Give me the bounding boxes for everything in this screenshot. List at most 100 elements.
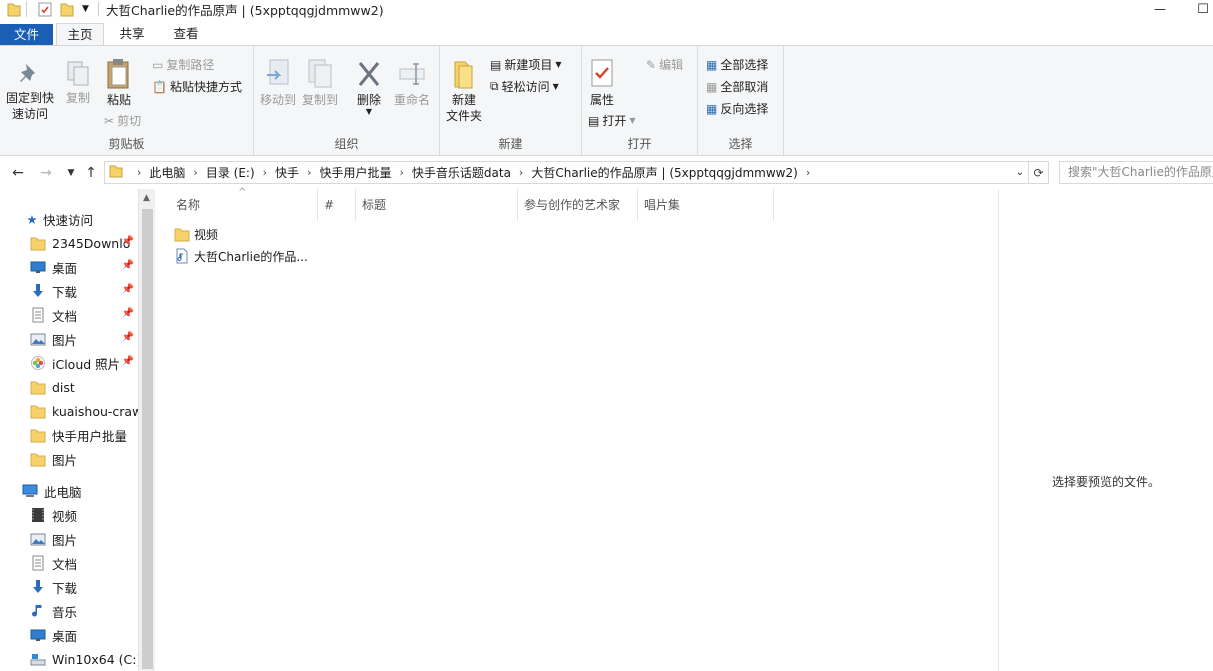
cut-button[interactable]: ✂ 剪切 <box>104 112 141 129</box>
tab-home[interactable]: 主页 <box>56 23 104 46</box>
nav-item[interactable]: kuaishou-crawl <box>30 399 138 423</box>
properties-quick-icon[interactable] <box>38 1 52 17</box>
maximize-button[interactable]: ☐ <box>1188 0 1213 18</box>
new-item-button[interactable]: ▤ 新建项目 ▼ <box>490 56 562 73</box>
nav-label: 下载 <box>52 580 78 596</box>
new-folder-label: 新建 <box>451 93 476 107</box>
nav-quick-access[interactable]: ★ 快速访问 <box>24 207 155 231</box>
delete-label: 删除 <box>356 93 381 107</box>
rename-button[interactable]: 重命名 <box>390 58 434 108</box>
new-folder-quick-icon[interactable] <box>60 1 74 17</box>
tab-file[interactable]: 文件 <box>0 24 53 46</box>
tab-share[interactable]: 共享 <box>108 23 156 46</box>
pin-icon[interactable]: 📌 <box>122 308 134 319</box>
nav-item[interactable]: 桌面 📌 <box>30 255 138 279</box>
select-group: ▦ 全部选择 ▦ 全部取消 ▦ 反向选择 选择 <box>698 46 784 155</box>
back-button[interactable]: ← <box>10 164 26 182</box>
organize-group-label: 组织 <box>334 137 359 151</box>
breadcrumb-music-topic-data[interactable]: 快手音乐话题data <box>412 164 511 181</box>
breadcrumb-drive-e[interactable]: 目录 (E:) <box>206 164 255 181</box>
paste-button[interactable]: 粘贴 <box>102 58 136 108</box>
nav-item[interactable]: 图片 <box>30 527 138 551</box>
desktop-icon <box>30 627 46 643</box>
properties-button[interactable]: 属性 <box>586 58 618 108</box>
nav-this-pc[interactable]: 此电脑 <box>22 479 155 503</box>
nav-item[interactable]: dist <box>30 375 138 399</box>
pin-icon[interactable]: 📌 <box>122 284 134 295</box>
nav-item[interactable]: 图片 📌 <box>30 327 138 351</box>
nav-item[interactable]: 快手用户批量 <box>30 423 138 447</box>
search-input[interactable]: 搜索"大哲Charlie的作品原声 <box>1059 161 1213 184</box>
delete-button[interactable]: 删除 ▼ <box>352 58 386 116</box>
recent-locations-button[interactable]: ▼ <box>63 164 79 182</box>
move-to-icon <box>267 59 289 85</box>
invert-selection-button[interactable]: ▦ 反向选择 <box>706 100 768 117</box>
forward-button[interactable]: → <box>38 164 54 182</box>
nav-item[interactable]: Win10x64 (C:) <box>30 647 138 671</box>
nav-scrollbar[interactable]: ▲ <box>138 189 155 671</box>
move-to-button[interactable]: 移动到 <box>258 58 298 108</box>
nav-item[interactable]: 图片 <box>30 447 138 471</box>
scroll-up-icon[interactable]: ▲ <box>143 193 150 203</box>
paste-shortcut-button[interactable]: 📋 粘贴快捷方式 <box>152 78 242 95</box>
file-list: 名称 ^ # 标题 参与创作的艺术家 唱片集 视频 大哲Charlie的作品... <box>156 187 998 671</box>
edit-button[interactable]: ✎ 编辑 <box>646 56 683 73</box>
select-all-icon: ▦ <box>706 57 718 72</box>
nav-item[interactable]: 桌面 <box>30 623 138 647</box>
up-button[interactable]: ↑ <box>83 164 99 182</box>
file-row[interactable]: 视频 <box>174 223 218 245</box>
pictures-icon <box>30 531 46 547</box>
nav-item[interactable]: 下载 📌 <box>30 279 138 303</box>
nav-label: 桌面 <box>52 260 78 276</box>
nav-item[interactable]: 文档 📌 <box>30 303 138 327</box>
star-icon: ★ <box>26 211 38 227</box>
tab-view[interactable]: 查看 <box>162 23 210 46</box>
chevron-down-icon: ▼ <box>629 116 636 125</box>
copy-path-label: 复制路径 <box>166 58 215 72</box>
breadcrumb-kuaishou-users[interactable]: 快手用户批量 <box>319 164 391 181</box>
select-all-button[interactable]: ▦ 全部选择 <box>706 56 768 73</box>
easy-access-label: 轻松访问 <box>501 80 550 94</box>
pin-to-quick-access-button[interactable]: 固定到快 速访问 <box>4 60 56 122</box>
nav-item[interactable]: 视频 <box>30 503 138 527</box>
nav-item[interactable]: 下载 <box>30 575 138 599</box>
copy-button[interactable]: 复制 <box>62 60 94 106</box>
address-dropdown-icon[interactable]: ⌄ <box>1016 167 1024 178</box>
column-album[interactable]: 唱片集 <box>638 189 774 221</box>
copy-path-button[interactable]: ▭ 复制路径 <box>152 56 214 73</box>
pin-icon[interactable]: 📌 <box>122 260 134 271</box>
copy-to-button[interactable]: 复制到 <box>300 58 340 108</box>
folder-icon <box>109 164 123 181</box>
nav-label: kuaishou-crawl <box>52 403 138 419</box>
pin-icon[interactable]: 📌 <box>122 356 134 367</box>
column-title[interactable]: 标题 <box>356 189 518 221</box>
scroll-thumb[interactable] <box>142 209 153 669</box>
chevron-right-icon: › <box>137 166 142 179</box>
column-number[interactable]: # <box>318 189 356 221</box>
nav-item[interactable]: 音乐 <box>30 599 138 623</box>
chevron-right-icon: › <box>262 166 268 179</box>
new-folder-button[interactable]: 新建 文件夹 <box>444 58 484 124</box>
copy-to-icon <box>308 59 332 88</box>
minimize-button[interactable]: — <box>1145 0 1175 18</box>
quick-access-dropdown-icon[interactable]: ▼ <box>82 4 89 20</box>
open-button[interactable]: ▤ 打开 ▼ <box>588 112 636 129</box>
breadcrumb-this-pc[interactable]: 此电脑 <box>149 164 185 181</box>
address-bar[interactable]: › 此电脑 › 目录 (E:) › 快手 › 快手用户批量 › 快手音乐话题da… <box>104 161 1029 184</box>
breadcrumb-current-folder[interactable]: 大哲Charlie的作品原声 | (5xpptqqgjdmmww2) <box>531 164 797 181</box>
select-none-button[interactable]: ▦ 全部取消 <box>706 78 768 95</box>
file-row[interactable]: 大哲Charlie的作品... <box>174 245 308 267</box>
breadcrumb-kuaishou[interactable]: 快手 <box>275 164 299 181</box>
folder-icon <box>30 427 46 443</box>
folder-icon <box>30 235 46 251</box>
nav-item[interactable]: 2345Downlo 📌 <box>30 231 138 255</box>
pin-icon[interactable]: 📌 <box>122 332 134 343</box>
delete-dropdown-icon: ▼ <box>365 107 373 116</box>
pin-icon[interactable]: 📌 <box>122 236 134 247</box>
easy-access-button[interactable]: ⧉ 轻松访问 ▼ <box>490 78 559 95</box>
nav-item[interactable]: 文档 <box>30 551 138 575</box>
nav-item[interactable]: iCloud 照片 📌 <box>30 351 138 375</box>
refresh-button[interactable]: ⟳ <box>1029 161 1049 184</box>
folder-icon <box>7 1 21 17</box>
column-artist[interactable]: 参与创作的艺术家 <box>518 189 638 221</box>
